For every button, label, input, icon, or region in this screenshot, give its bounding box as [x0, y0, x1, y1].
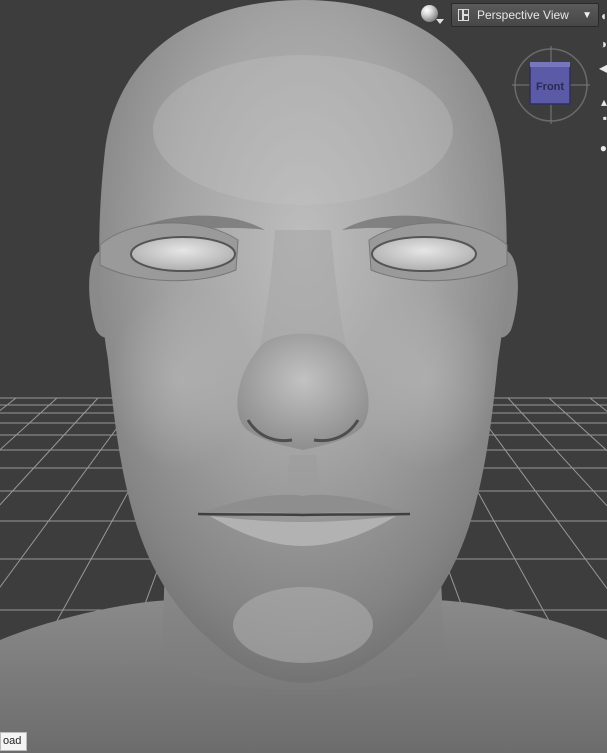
view-selector-label: Perspective View	[477, 8, 569, 22]
chin	[233, 587, 373, 663]
chevron-down-icon: ▼	[582, 9, 592, 21]
shading-mode-button[interactable]	[417, 2, 445, 28]
viewport-toolbar: Perspective View ▼	[417, 2, 599, 28]
3d-viewport[interactable]: Perspective View ▼ ◖ ◑ ◀ ▴ ▪ ● Front oad	[0, 0, 607, 753]
camera-icon[interactable]: ◖	[599, 10, 607, 22]
zoom-icon[interactable]: ▴	[599, 96, 607, 108]
frame-icon[interactable]: ●	[599, 142, 607, 154]
forehead-highlight	[153, 55, 453, 205]
view-layout-icon	[458, 9, 469, 21]
view-selector[interactable]: Perspective View ▼	[451, 3, 599, 27]
view-cube-graphic: Front	[512, 46, 590, 124]
navigation-strip: ◖ ◑ ◀ ▴ ▪ ●	[599, 0, 607, 170]
dropdown-arrow-icon	[436, 19, 444, 24]
dolly-icon[interactable]: ▪	[599, 112, 607, 124]
left-eye	[130, 236, 236, 272]
orbit-icon[interactable]: ◑	[599, 38, 607, 50]
tooltip: oad	[0, 732, 28, 751]
lip-line	[197, 512, 411, 517]
pan-icon[interactable]: ◀	[599, 62, 607, 74]
right-eye	[371, 236, 477, 272]
cube-face-label: Front	[536, 81, 564, 93]
view-cube[interactable]: Front	[512, 46, 590, 124]
